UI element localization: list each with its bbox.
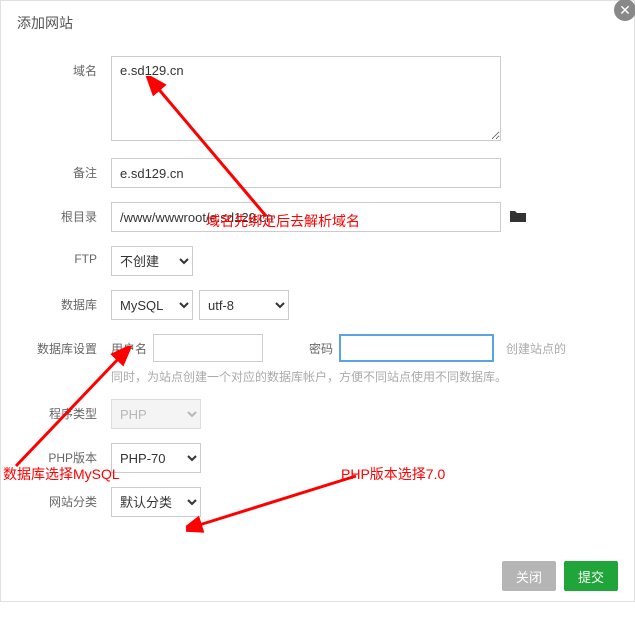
close-icon[interactable]: ✕	[614, 0, 635, 21]
root-input[interactable]	[111, 202, 501, 232]
db-label: 数据库	[21, 290, 111, 313]
domain-input[interactable]: e.sd129.cn	[111, 56, 501, 141]
db-pwd-label: 密码	[309, 340, 333, 357]
domain-label: 域名	[21, 56, 111, 79]
remark-label: 备注	[21, 158, 111, 181]
root-label: 根目录	[21, 202, 111, 225]
db-charset-select[interactable]: utf-8	[199, 290, 289, 320]
db-config-label: 数据库设置	[21, 334, 111, 357]
db-user-label: 用户名	[111, 340, 147, 357]
category-select[interactable]: 默认分类	[111, 487, 201, 517]
ftp-label: FTP	[21, 246, 111, 266]
folder-icon[interactable]	[509, 209, 527, 226]
db-help-text: 创建站点的	[506, 340, 566, 357]
db-hint-text: 同时，为站点创建一个对应的数据库帐户，方便不同站点使用不同数据库。	[111, 368, 614, 385]
submit-button[interactable]: 提交	[564, 561, 618, 591]
dialog-footer: 关闭 提交	[1, 551, 634, 601]
add-site-dialog: ✕ 添加网站 域名 e.sd129.cn 备注 根目录 FTP	[0, 0, 635, 602]
ftp-select[interactable]: 不创建	[111, 246, 193, 276]
program-select: PHP	[111, 399, 201, 429]
php-version-select[interactable]: PHP-70	[111, 443, 201, 473]
db-user-input[interactable]	[153, 334, 263, 362]
cancel-button[interactable]: 关闭	[502, 561, 556, 591]
program-label: 程序类型	[21, 399, 111, 422]
dialog-title: 添加网站	[1, 1, 634, 46]
category-label: 网站分类	[21, 487, 111, 510]
remark-input[interactable]	[111, 158, 501, 188]
db-engine-select[interactable]: MySQL	[111, 290, 193, 320]
db-pwd-input[interactable]	[339, 334, 494, 362]
php-label: PHP版本	[21, 443, 111, 466]
dialog-body: 域名 e.sd129.cn 备注 根目录 FTP 不	[1, 46, 634, 551]
